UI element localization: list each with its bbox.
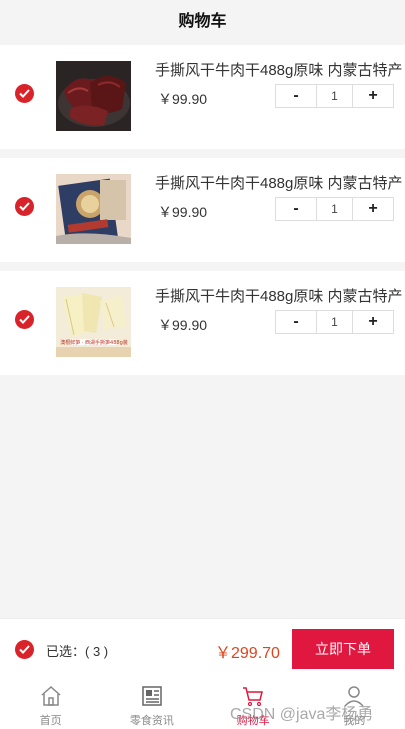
plus-button[interactable]: + <box>353 311 393 333</box>
select-all-checkbox[interactable] <box>15 640 34 659</box>
tab-home[interactable]: 首页 <box>0 678 101 729</box>
quantity-stepper: - 1 + <box>275 310 394 334</box>
product-price: ￥99.90 <box>158 204 208 220</box>
page-title: 购物车 <box>0 0 405 38</box>
place-order-button[interactable]: 立即下单 <box>292 629 394 669</box>
check-icon <box>19 315 30 324</box>
minus-button[interactable]: - <box>276 85 316 107</box>
home-icon <box>41 685 61 706</box>
quantity-stepper: - 1 + <box>275 84 394 108</box>
tab-label: 零食资讯 <box>129 715 174 727</box>
product-name[interactable]: 手撕风干牛肉干488g原味 内蒙古特产 <box>155 285 403 306</box>
product-name[interactable]: 手撕风干牛肉干488g原味 内蒙古特产 <box>155 59 403 80</box>
cart-item: 手撕风干牛肉干488g原味 内蒙古特产 ￥99.90 - 1 + <box>0 158 405 262</box>
plus-button[interactable]: + <box>353 85 393 107</box>
product-image[interactable]: 澳根鲜笋 · 西湖手撕笋488g装 <box>56 287 131 357</box>
minus-button[interactable]: - <box>276 198 316 220</box>
quantity-input[interactable]: 1 <box>316 85 353 107</box>
check-icon <box>19 645 30 654</box>
product-price: ￥99.90 <box>158 317 208 333</box>
tab-label: 首页 <box>39 715 62 727</box>
tab-news[interactable]: 零食资讯 <box>101 678 202 729</box>
watermark: CSDN @java李杨勇 <box>230 706 374 723</box>
minus-button[interactable]: - <box>276 311 316 333</box>
select-checkbox[interactable] <box>15 84 34 103</box>
svg-text:澳根鲜笋 · 西湖手撕笋488g装: 澳根鲜笋 · 西湖手撕笋488g装 <box>60 339 128 346</box>
check-icon <box>19 89 30 98</box>
product-image[interactable] <box>56 61 131 131</box>
check-icon <box>19 202 30 211</box>
select-checkbox[interactable] <box>15 310 34 329</box>
product-price: ￥99.90 <box>158 91 208 107</box>
plus-button[interactable]: + <box>353 198 393 220</box>
quantity-input[interactable]: 1 <box>316 311 353 333</box>
total-price: ￥299.70 <box>215 645 280 662</box>
cart-list: 手撕风干牛肉干488g原味 内蒙古特产 ￥99.90 - 1 + 手撕风干牛肉干… <box>0 45 405 384</box>
cart-item: 澳根鲜笋 · 西湖手撕笋488g装 手撕风干牛肉干488g原味 内蒙古特产 ￥9… <box>0 271 405 375</box>
product-name[interactable]: 手撕风干牛肉干488g原味 内蒙古特产 <box>155 172 403 193</box>
quantity-stepper: - 1 + <box>275 197 394 221</box>
select-checkbox[interactable] <box>15 197 34 216</box>
checkout-bar: 已选：( 3 ) ￥299.70 立即下单 <box>0 618 405 678</box>
selected-count: 已选：( 3 ) <box>46 644 109 659</box>
news-icon <box>142 686 162 706</box>
quantity-input[interactable]: 1 <box>316 198 353 220</box>
cart-item: 手撕风干牛肉干488g原味 内蒙古特产 ￥99.90 - 1 + <box>0 45 405 149</box>
product-image[interactable] <box>56 174 131 244</box>
